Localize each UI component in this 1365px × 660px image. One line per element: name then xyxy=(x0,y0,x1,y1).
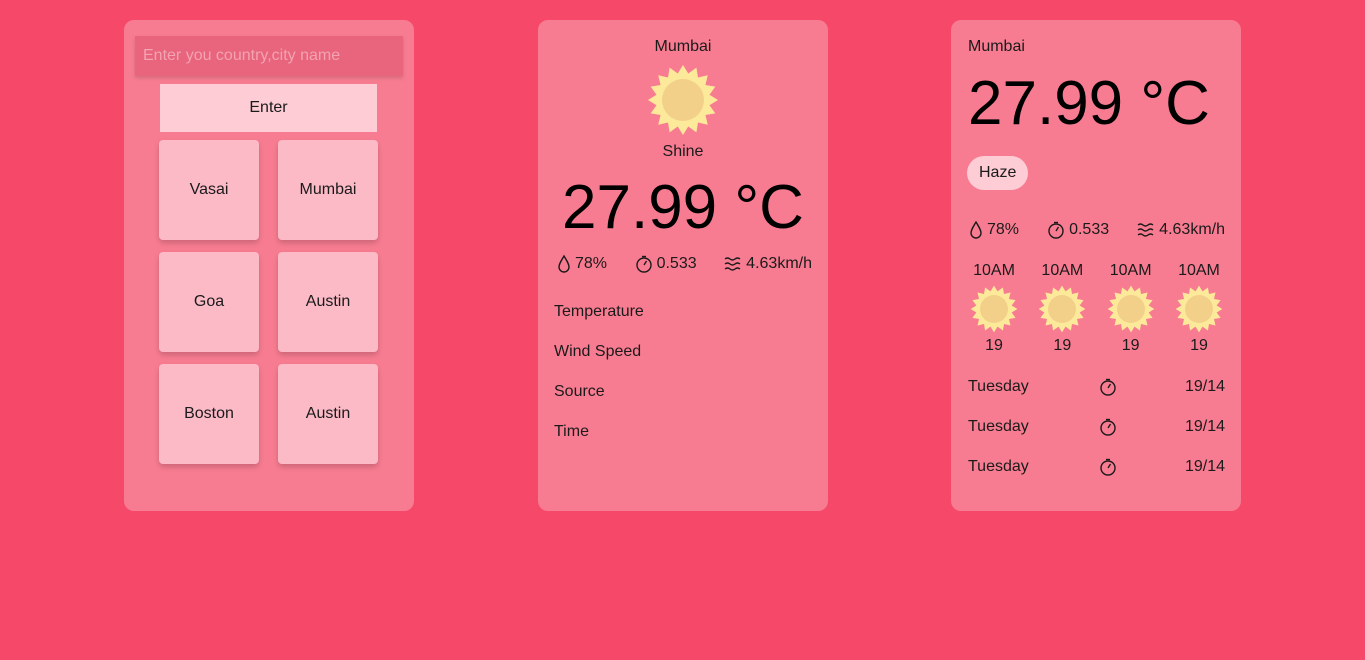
hourly-item: 10AM 19 xyxy=(968,260,1020,357)
droplet-icon xyxy=(558,254,570,273)
daily-day: Tuesday xyxy=(968,378,1029,395)
wind-value: 4.63km/h xyxy=(1159,221,1225,238)
pressure-value: 0.533 xyxy=(1069,221,1110,238)
hourly-value: 19 xyxy=(1190,337,1208,354)
enter-button[interactable]: Enter xyxy=(160,84,377,132)
pressure-stat: 0.533 xyxy=(1046,220,1109,240)
wind-stat: 4.63km/h xyxy=(1136,220,1225,240)
search-input[interactable] xyxy=(135,36,403,76)
current-condition: Shine xyxy=(662,143,704,160)
city-tile-austin[interactable]: Austin xyxy=(278,252,378,352)
forecast-temperature: 27.99 °C xyxy=(968,69,1210,138)
stopwatch-icon xyxy=(1100,418,1116,436)
hourly-time: 10AM xyxy=(1109,262,1152,279)
stopwatch-icon xyxy=(1048,221,1064,239)
forecast-city-name: Mumbai xyxy=(968,38,1025,55)
hourly-forecast: 10AM 19 10AM 19 10AM 19 10AM 19 xyxy=(968,260,1225,357)
wind-stat: 4.63km/h xyxy=(723,254,812,274)
hourly-time: 10AM xyxy=(1178,262,1220,279)
detail-temperature: Temperature xyxy=(554,303,644,320)
current-city-name: Mumbai xyxy=(654,38,712,55)
hourly-item: 10AM 19 xyxy=(1036,260,1088,357)
hourly-time: 10AM xyxy=(973,262,1015,279)
stopwatch-icon xyxy=(635,255,652,273)
city-tile-goa[interactable]: Goa xyxy=(159,252,259,352)
stopwatch-icon xyxy=(1100,378,1116,396)
detail-wind-speed: Wind Speed xyxy=(554,343,642,360)
hourly-value: 19 xyxy=(1053,337,1072,354)
hourly-item: 10AM 19 xyxy=(1105,260,1157,357)
daily-date: 19/14 xyxy=(1184,378,1225,395)
wind-waves-icon xyxy=(724,257,741,271)
city-tile-mumbai[interactable]: Mumbai xyxy=(278,140,378,240)
hourly-time: 10AM xyxy=(1041,262,1084,279)
daily-row: Tuesday 19/14 xyxy=(968,457,1225,497)
hourly-item: 10AM 19 xyxy=(1173,260,1225,357)
current-weather-card: Mumbai Shine 27.99 °C 78% 0.533 4.63km/h xyxy=(538,20,828,511)
daily-date: 19/14 xyxy=(1184,458,1225,475)
detail-source: Source xyxy=(554,383,605,400)
humidity-value: 78% xyxy=(575,255,608,272)
droplet-icon xyxy=(970,220,982,239)
humidity-stat: 78% xyxy=(968,220,1019,240)
daily-row: Tuesday 19/14 xyxy=(968,417,1225,457)
hourly-value: 19 xyxy=(1121,337,1140,354)
stopwatch-icon xyxy=(1100,458,1116,476)
sun-icon xyxy=(1107,285,1154,333)
current-stats: 78% 0.533 4.63km/h xyxy=(556,254,812,274)
humidity-stat: 78% xyxy=(556,254,607,274)
humidity-value: 78% xyxy=(987,221,1020,238)
pressure-value: 0.533 xyxy=(656,255,697,272)
sun-icon xyxy=(648,65,718,135)
daily-row: Tuesday 19/14 xyxy=(968,377,1225,417)
wind-waves-icon xyxy=(1137,223,1154,237)
condition-badge: Haze xyxy=(967,156,1029,190)
sun-icon xyxy=(1175,285,1223,333)
sun-icon xyxy=(970,285,1018,333)
daily-date: 19/14 xyxy=(1184,418,1225,435)
current-temperature: 27.99 °C xyxy=(562,173,804,242)
forecast-card: Mumbai 27.99 °C Haze 78% 0.533 4.63km/h xyxy=(951,20,1241,511)
daily-day: Tuesday xyxy=(968,418,1029,435)
city-tile-austin-2[interactable]: Austin xyxy=(278,364,378,464)
daily-day: Tuesday xyxy=(968,458,1029,475)
hourly-value: 19 xyxy=(985,337,1003,354)
pressure-stat: 0.533 xyxy=(634,254,697,274)
sun-icon xyxy=(1038,285,1086,333)
forecast-stats: 78% 0.533 4.63km/h xyxy=(968,220,1225,240)
city-tile-boston[interactable]: Boston xyxy=(159,364,259,464)
detail-time: Time xyxy=(554,423,589,440)
wind-value: 4.63km/h xyxy=(746,255,812,272)
search-card: Enter Vasai Mumbai Goa Austin Boston Aus… xyxy=(124,20,414,511)
city-grid: Vasai Mumbai Goa Austin Boston Austin xyxy=(159,140,378,464)
city-tile-vasai[interactable]: Vasai xyxy=(159,140,259,240)
detail-list: Temperature Wind Speed Source Time xyxy=(554,302,644,462)
daily-forecast: Tuesday 19/14 Tuesday 19/14 Tuesday 19/1… xyxy=(968,377,1225,497)
